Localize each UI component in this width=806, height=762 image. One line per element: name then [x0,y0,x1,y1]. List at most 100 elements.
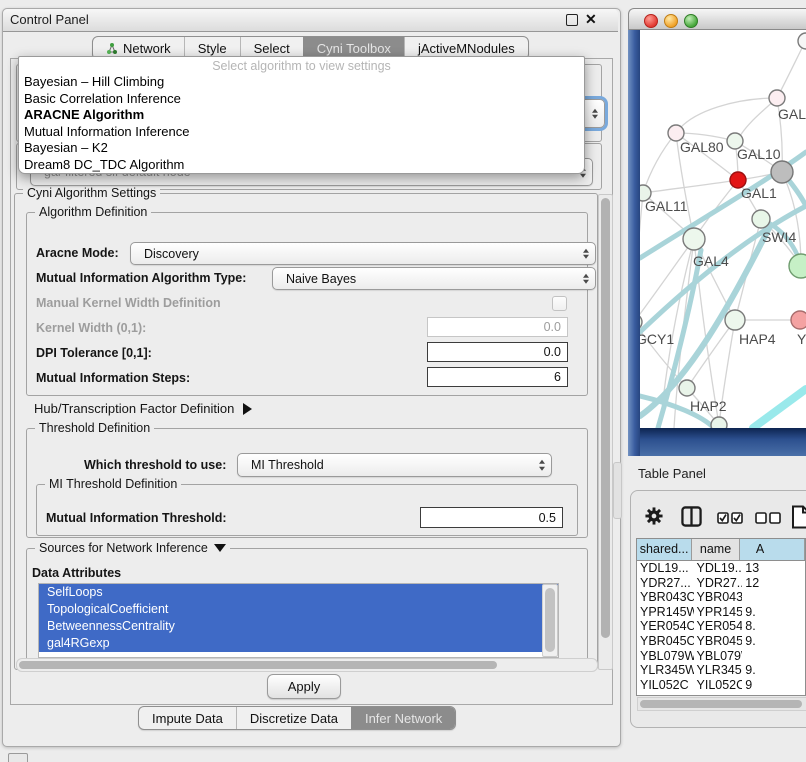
scrollbar-thumb[interactable] [640,700,802,708]
table-cell: 9. [742,634,805,649]
bottom-tab-strip: Impute Data Discretize Data Infer Network [138,706,456,730]
network-edge [676,98,777,133]
network-node-big-green[interactable] [789,254,806,278]
kernel-width-field[interactable] [427,317,568,337]
table-cell: YBL079W [694,649,743,664]
network-node-hap2[interactable] [679,380,695,396]
table-body: YDL19...YDL19...13YDR27...YDR27...12YBR0… [637,561,805,692]
network-node-swi4[interactable] [752,210,770,228]
algorithm-option-bayesian-k2[interactable]: Bayesian – K2 [19,140,584,157]
table-row[interactable]: YBR045CYBR045C9. [637,634,805,649]
tab-discretize-data[interactable]: Discretize Data [236,707,351,729]
panel-splitter-handle[interactable] [613,462,622,519]
gear-icon[interactable] [645,507,663,525]
attribute-gal4rgexp[interactable]: gal4RGexp [39,635,558,652]
algorithm-option-mutual-information-inference[interactable]: Mutual Information Inference [19,124,584,141]
column-header-shared[interactable]: shared... [637,539,692,560]
sources-title[interactable]: Sources for Network Inference [35,541,230,555]
document-icon[interactable] [791,505,806,529]
attribute-selfloops[interactable]: SelfLoops [39,584,558,601]
algorithm-option-dream8-dc-tdc-algorithm[interactable]: Dream8 DC_TDC Algorithm [19,157,584,174]
settings-group-title: Cyni Algorithm Settings [23,186,160,200]
sources-title-text: Sources for Network Inference [39,541,208,555]
mi-steps-field[interactable] [427,367,568,387]
tab-label: Select [254,41,290,56]
table-cell [742,649,805,664]
apply-button[interactable]: Apply [267,674,341,699]
manual-kernel-label: Manual Kernel Width Definition [36,296,221,310]
apply-button-label: Apply [288,679,321,694]
zoom-traffic-light-icon[interactable] [684,14,698,28]
dpi-tolerance-field[interactable] [427,342,568,362]
which-threshold-combo[interactable]: MI Threshold [237,453,552,477]
attribute-table[interactable]: shared...nameA YDL19...YDL19...13YDR27..… [636,538,806,696]
table-row[interactable]: YLR345WYLR345W9. [637,663,805,678]
status-corner-widget[interactable] [8,753,28,762]
table-row[interactable]: YDL19...YDL19...13 [637,561,805,576]
column-header-name[interactable]: name [692,539,740,560]
data-attributes-label: Data Attributes [32,566,121,580]
network-node-gal[interactable] [769,90,785,106]
tab-impute-data[interactable]: Impute Data [139,707,236,729]
table-row[interactable]: YBL079WYBL079W [637,649,805,664]
data-attributes-list: SelfLoopsTopologicalCoefficientBetweenne… [38,583,559,658]
aracne-mode-combo[interactable]: Discovery [130,242,596,265]
network-window-titlebar[interactable] [628,8,806,30]
split-columns-icon[interactable] [681,506,702,527]
table-cell: YIL052C [694,678,743,693]
attributes-vertical-scrollbar[interactable] [542,584,558,657]
select-all-checkboxes-icon[interactable] [717,512,743,524]
table-row[interactable]: YER054CYER054C8. [637,619,805,634]
node-label-gal1: GAL1 [741,185,777,201]
table-row[interactable]: YPR145WYPR145W9. [637,605,805,620]
which-threshold-value: MI Threshold [251,458,324,472]
network-window-frame [640,428,806,456]
scrollbar-thumb[interactable] [19,661,497,669]
settings-vertical-scrollbar[interactable] [598,194,613,670]
table-cell: YDR27... [694,576,743,591]
algorithm-option-basic-correlation-inference[interactable]: Basic Correlation Inference [19,91,584,108]
table-row[interactable]: YIL052CYIL052C9 [637,678,805,693]
tab-label: Discretize Data [250,711,338,726]
settings-horizontal-scrollbar[interactable] [16,658,598,672]
mi-type-value: Naive Bayes [286,272,356,286]
attribute-topologicalcoefficient[interactable]: TopologicalCoefficient [39,601,558,618]
algorithm-option-aracne-algorithm[interactable]: ARACNE Algorithm [19,107,584,124]
mi-type-label: Mutual Information Algorithm Type: [36,271,246,285]
table-row[interactable]: YDR27...YDR27...12 [637,576,805,591]
close-traffic-light-icon[interactable] [644,14,658,28]
mi-steps-label: Mutual Information Steps: [36,371,190,385]
table-row[interactable]: YBR043CYBR043C [637,590,805,605]
network-node-partial-top[interactable] [798,33,806,49]
network-node-partial-bottom[interactable] [711,417,727,428]
attribute-betweennesscentrality[interactable]: BetweennessCentrality [39,618,558,635]
column-header-a[interactable]: A [740,539,805,560]
manual-kernel-checkbox[interactable] [552,296,567,311]
node-label-hap4: HAP4 [739,331,776,347]
combo-stepper-icon [583,273,589,284]
table-cell: YBR045C [637,634,694,649]
mi-threshold-field[interactable] [420,507,563,528]
network-node-gray-node[interactable] [771,161,793,183]
deselect-all-checkboxes-icon[interactable] [755,512,781,524]
network-node-y[interactable] [791,311,806,329]
hub-definition-toggle[interactable]: Hub/Transcription Factor Definition [34,401,252,416]
threshold-definition-title: Threshold Definition [35,421,154,435]
table-horizontal-scrollbar[interactable] [637,697,806,711]
network-node-hap4[interactable] [725,310,745,330]
float-window-icon[interactable] [566,14,578,26]
network-view-canvas[interactable]: GALGAL80GAL10GAL1GAL11SWI4GAL4GCY1HAP4YH… [640,30,806,428]
kernel-width-label: Kernel Width (0,1): [36,321,146,335]
control-panel-titlebar[interactable] [3,9,618,32]
control-panel-title: Control Panel [10,12,89,27]
mi-type-combo[interactable]: Naive Bayes [272,267,596,290]
minimize-traffic-light-icon[interactable] [664,14,678,28]
screen: Control Panel ✕ NetworkStyleSelectCyni T… [0,0,806,762]
network-node-gal4[interactable] [683,228,705,250]
close-icon[interactable]: ✕ [585,11,597,28]
node-label-gal80: GAL80 [680,139,724,155]
scrollbar-thumb[interactable] [601,198,610,638]
algorithm-option-bayesian-hill-climbing[interactable]: Bayesian – Hill Climbing [19,74,584,91]
scrollbar-thumb[interactable] [545,588,555,652]
tab-infer-network[interactable]: Infer Network [351,707,455,729]
